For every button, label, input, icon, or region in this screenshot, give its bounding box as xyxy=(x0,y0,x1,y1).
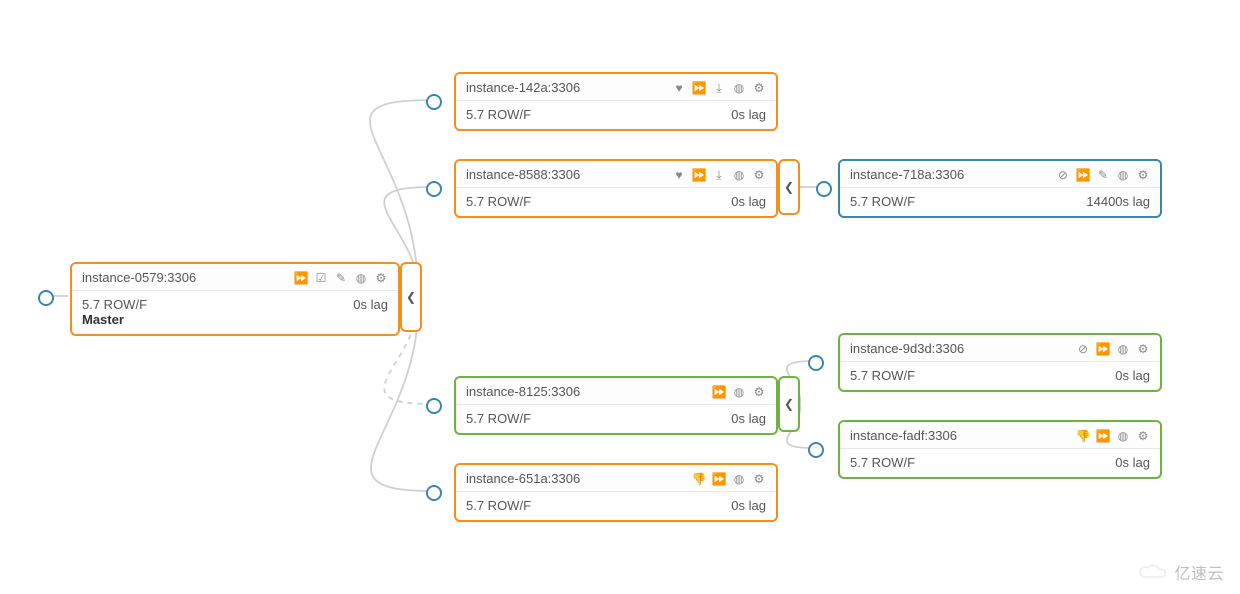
port-nfadf xyxy=(808,442,824,458)
globe-icon[interactable]: ◍ xyxy=(732,472,746,486)
node-651a-icons: 👎 ⏩ ◍ ⚙ xyxy=(692,472,766,486)
collapse-master[interactable]: ❮ xyxy=(400,262,422,332)
port-n8125 xyxy=(426,398,442,414)
node-master-icons: ⏩ ☑ ✎ ◍ ⚙ xyxy=(294,271,388,285)
port-n9d3d xyxy=(808,355,824,371)
fast-forward-icon[interactable]: ⏩ xyxy=(1096,429,1110,443)
stop-icon[interactable]: ⊘ xyxy=(1056,168,1070,182)
watermark-text: 亿速云 xyxy=(1174,560,1224,584)
globe-icon[interactable]: ◍ xyxy=(1116,429,1130,443)
node-fadf-lag: 0s lag xyxy=(1115,455,1150,470)
globe-icon[interactable]: ◍ xyxy=(1116,168,1130,182)
node-fadf-icons: 👎 ⏩ ◍ ⚙ xyxy=(1076,429,1150,443)
gear-icon[interactable]: ⚙ xyxy=(1136,168,1150,182)
thumbs-down-icon[interactable]: 👎 xyxy=(1076,429,1090,443)
gear-icon[interactable]: ⚙ xyxy=(752,168,766,182)
thumbs-down-icon[interactable]: 👎 xyxy=(692,472,706,486)
fast-forward-icon[interactable]: ⏩ xyxy=(692,81,706,95)
node-8125-title: instance-8125:3306 xyxy=(466,384,580,399)
node-142a-icons: ♥ ⏩ ⤓ ◍ ⚙ xyxy=(672,81,766,95)
port-n8588 xyxy=(426,181,442,197)
node-142a[interactable]: instance-142a:3306 ♥ ⏩ ⤓ ◍ ⚙ 5.7 ROW/F 0… xyxy=(454,72,778,131)
node-master[interactable]: instance-0579:3306 ⏩ ☑ ✎ ◍ ⚙ 5.7 ROW/F M… xyxy=(70,262,400,336)
pencil-icon[interactable]: ✎ xyxy=(334,271,348,285)
watermark: 亿速云 xyxy=(1138,560,1224,584)
gear-icon[interactable]: ⚙ xyxy=(1136,429,1150,443)
node-718a-icons: ⊘ ⏩ ✎ ◍ ⚙ xyxy=(1056,168,1150,182)
node-8588-title: instance-8588:3306 xyxy=(466,167,580,182)
port-n142a xyxy=(426,94,442,110)
topology-canvas: instance-0579:3306 ⏩ ☑ ✎ ◍ ⚙ 5.7 ROW/F M… xyxy=(0,0,1240,594)
fast-forward-icon[interactable]: ⏩ xyxy=(1076,168,1090,182)
node-8125[interactable]: instance-8125:3306 ⏩ ◍ ⚙ 5.7 ROW/F 0s la… xyxy=(454,376,778,435)
node-8125-icons: ⏩ ◍ ⚙ xyxy=(712,385,766,399)
chevron-left-icon: ❮ xyxy=(406,291,416,303)
pencil-icon[interactable]: ✎ xyxy=(1096,168,1110,182)
collapse-8588[interactable]: ❮ xyxy=(778,159,800,215)
node-8588[interactable]: instance-8588:3306 ♥ ⏩ ⤓ ◍ ⚙ 5.7 ROW/F 0… xyxy=(454,159,778,218)
node-8125-version: 5.7 ROW/F xyxy=(466,411,531,426)
fast-forward-icon[interactable]: ⏩ xyxy=(294,271,308,285)
node-9d3d-icons: ⊘ ⏩ ◍ ⚙ xyxy=(1076,342,1150,356)
globe-icon[interactable]: ◍ xyxy=(732,168,746,182)
node-master-version: 5.7 ROW/F xyxy=(82,297,147,312)
gear-icon[interactable]: ⚙ xyxy=(752,81,766,95)
node-9d3d-title: instance-9d3d:3306 xyxy=(850,341,964,356)
globe-icon[interactable]: ◍ xyxy=(354,271,368,285)
node-651a[interactable]: instance-651a:3306 👎 ⏩ ◍ ⚙ 5.7 ROW/F 0s … xyxy=(454,463,778,522)
chevron-left-icon: ❮ xyxy=(784,181,794,193)
heart-icon[interactable]: ♥ xyxy=(672,168,686,182)
node-9d3d-lag: 0s lag xyxy=(1115,368,1150,383)
node-718a-version: 5.7 ROW/F xyxy=(850,194,915,209)
fast-forward-icon[interactable]: ⏩ xyxy=(712,385,726,399)
node-9d3d[interactable]: instance-9d3d:3306 ⊘ ⏩ ◍ ⚙ 5.7 ROW/F 0s … xyxy=(838,333,1162,392)
heart-icon[interactable]: ♥ xyxy=(672,81,686,95)
gear-icon[interactable]: ⚙ xyxy=(752,472,766,486)
gear-icon[interactable]: ⚙ xyxy=(1136,342,1150,356)
node-142a-title: instance-142a:3306 xyxy=(466,80,580,95)
download-icon[interactable]: ⤓ xyxy=(712,81,726,95)
globe-icon[interactable]: ◍ xyxy=(1116,342,1130,356)
gear-icon[interactable]: ⚙ xyxy=(752,385,766,399)
node-fadf-version: 5.7 ROW/F xyxy=(850,455,915,470)
node-8588-lag: 0s lag xyxy=(731,194,766,209)
node-9d3d-version: 5.7 ROW/F xyxy=(850,368,915,383)
node-718a-lag: 14400s lag xyxy=(1086,194,1150,209)
node-142a-version: 5.7 ROW/F xyxy=(466,107,531,122)
node-8588-icons: ♥ ⏩ ⤓ ◍ ⚙ xyxy=(672,168,766,182)
node-651a-lag: 0s lag xyxy=(731,498,766,513)
globe-icon[interactable]: ◍ xyxy=(732,81,746,95)
stop-icon[interactable]: ⊘ xyxy=(1076,342,1090,356)
node-master-title: instance-0579:3306 xyxy=(82,270,196,285)
port-root xyxy=(38,290,54,306)
node-master-role: Master xyxy=(82,312,147,327)
node-651a-version: 5.7 ROW/F xyxy=(466,498,531,513)
node-8588-version: 5.7 ROW/F xyxy=(466,194,531,209)
gear-icon[interactable]: ⚙ xyxy=(374,271,388,285)
cloud-icon xyxy=(1138,562,1168,582)
node-651a-title: instance-651a:3306 xyxy=(466,471,580,486)
node-8125-lag: 0s lag xyxy=(731,411,766,426)
node-fadf-title: instance-fadf:3306 xyxy=(850,428,957,443)
node-718a[interactable]: instance-718a:3306 ⊘ ⏩ ✎ ◍ ⚙ 5.7 ROW/F 1… xyxy=(838,159,1162,218)
node-718a-title: instance-718a:3306 xyxy=(850,167,964,182)
node-fadf[interactable]: instance-fadf:3306 👎 ⏩ ◍ ⚙ 5.7 ROW/F 0s … xyxy=(838,420,1162,479)
node-142a-lag: 0s lag xyxy=(731,107,766,122)
fast-forward-icon[interactable]: ⏩ xyxy=(692,168,706,182)
chevron-left-icon: ❮ xyxy=(784,398,794,410)
collapse-8125[interactable]: ❮ xyxy=(778,376,800,432)
globe-icon[interactable]: ◍ xyxy=(732,385,746,399)
download-icon[interactable]: ⤓ xyxy=(712,168,726,182)
node-master-lag: 0s lag xyxy=(353,297,388,327)
port-n651a xyxy=(426,485,442,501)
fast-forward-icon[interactable]: ⏩ xyxy=(1096,342,1110,356)
fast-forward-icon[interactable]: ⏩ xyxy=(712,472,726,486)
port-n718a xyxy=(816,181,832,197)
checkbox-icon[interactable]: ☑ xyxy=(314,271,328,285)
